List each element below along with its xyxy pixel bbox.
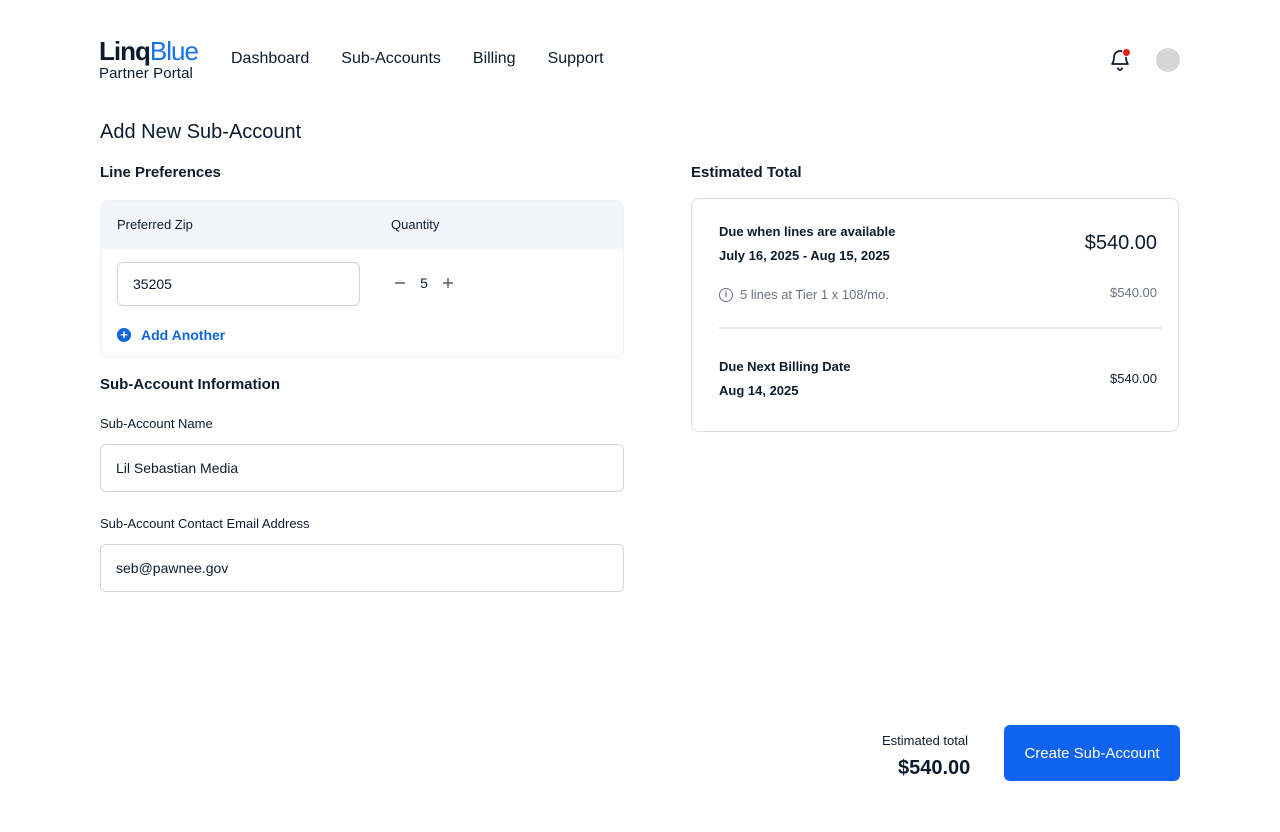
footer-estimated-label: Estimated total — [882, 733, 968, 748]
line-preferences-title: Line Preferences — [100, 164, 221, 181]
nav-support[interactable]: Support — [548, 50, 604, 68]
sub-account-name-label: Sub-Account Name — [100, 416, 213, 431]
sub-account-name-input[interactable] — [100, 444, 624, 492]
due-available-amount: $540.00 — [1084, 232, 1157, 254]
next-billing-amount: $540.00 — [1110, 371, 1157, 386]
nav-sub-accounts[interactable]: Sub-Accounts — [341, 50, 441, 68]
notification-button[interactable] — [1108, 48, 1132, 72]
logo-subtitle: Partner Portal — [99, 65, 193, 82]
plus-circle-icon: + — [117, 328, 131, 342]
logo[interactable]: LinqBlue Partner Portal — [99, 36, 199, 82]
due-available-label: Due when lines are available — [719, 224, 896, 239]
preferred-zip-column: Preferred Zip — [117, 217, 193, 232]
notification-dot — [1122, 48, 1131, 57]
nav-dashboard[interactable]: Dashboard — [231, 50, 309, 68]
main-nav: Dashboard Sub-Accounts Billing Support — [231, 50, 604, 68]
add-another-button[interactable]: + Add Another — [117, 327, 225, 343]
contact-email-label: Sub-Account Contact Email Address — [100, 516, 310, 531]
increment-button[interactable] — [439, 273, 457, 293]
plus-icon — [443, 278, 453, 288]
page-title: Add New Sub-Account — [100, 121, 302, 143]
next-billing-date: Aug 14, 2025 — [719, 383, 799, 398]
logo-wordmark: LinqBlue — [99, 36, 199, 66]
logo-accent: Blue — [149, 36, 199, 66]
zip-input[interactable] — [117, 262, 360, 306]
quantity-stepper: 5 — [391, 273, 457, 293]
footer-estimated-amount: $540.00 — [898, 757, 971, 779]
decrement-button[interactable] — [391, 273, 409, 293]
avatar[interactable] — [1156, 48, 1180, 72]
divider — [719, 327, 1162, 329]
line-preferences-card: Preferred Zip Quantity 5 + Add Another — [100, 200, 624, 357]
page: LinqBlue Partner Portal Dashboard Sub-Ac… — [0, 0, 1280, 832]
quantity-column: Quantity — [391, 217, 440, 232]
create-sub-account-button[interactable]: Create Sub-Account — [1004, 725, 1180, 781]
due-available-range: July 16, 2025 - Aug 15, 2025 — [719, 248, 890, 263]
line-detail-amount: $540.00 — [1110, 285, 1157, 300]
sub-account-info-title: Sub-Account Information — [100, 376, 280, 393]
minus-icon — [395, 282, 405, 284]
estimated-total-title: Estimated Total — [691, 164, 802, 181]
next-billing-label: Due Next Billing Date — [719, 359, 851, 374]
info-icon: i — [719, 288, 733, 302]
logo-primary: Linq — [99, 36, 151, 66]
line-preferences-header: Preferred Zip Quantity — [101, 201, 623, 249]
nav-billing[interactable]: Billing — [473, 50, 516, 68]
line-detail: 5 lines at Tier 1 x 108/mo. — [740, 287, 889, 302]
contact-email-input[interactable] — [100, 544, 624, 592]
quantity-value: 5 — [420, 275, 428, 291]
estimate-card: Due when lines are available July 16, 20… — [691, 198, 1179, 432]
add-another-label: Add Another — [141, 327, 226, 343]
